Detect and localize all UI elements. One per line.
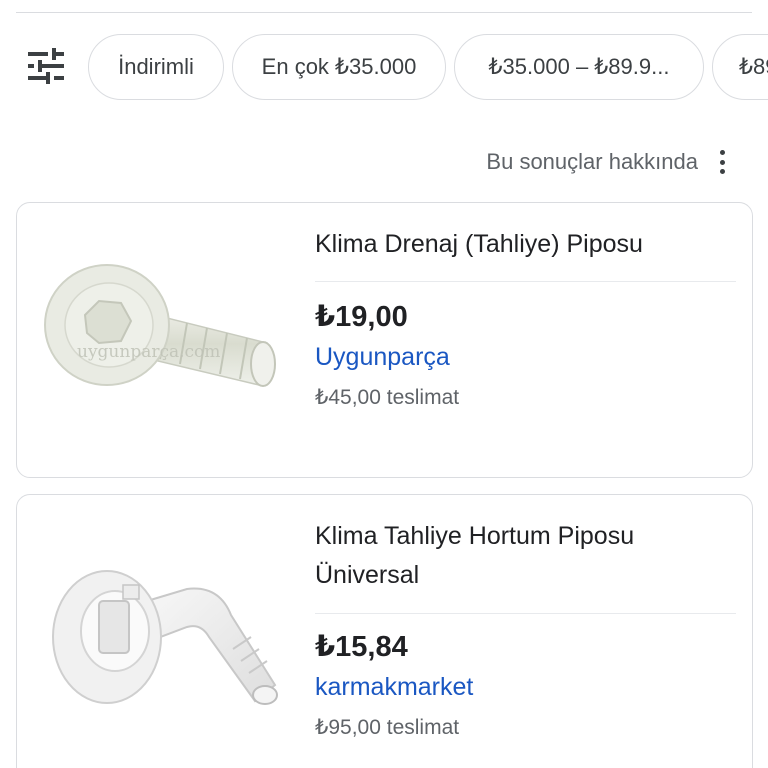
- tune-icon[interactable]: [26, 48, 66, 84]
- shipping-cost: ₺45,00 teslimat: [315, 386, 460, 409]
- more-vert-icon[interactable]: [712, 146, 732, 178]
- chip-discounted[interactable]: İndirimli: [88, 34, 224, 100]
- top-divider: [16, 12, 752, 13]
- product-image[interactable]: [37, 545, 297, 755]
- shipping-cost: ₺95,00 teslimat: [315, 716, 460, 739]
- divider: [315, 613, 736, 614]
- about-results-row[interactable]: Bu sonuçlar hakkında: [486, 146, 732, 178]
- product-title[interactable]: Klima Tahliye Hortum Piposu Üniversal: [315, 517, 715, 595]
- filter-bar: İndirimli En çok ₺35.000 ₺35.000 – ₺89.9…: [0, 34, 768, 100]
- product-image[interactable]: uygunparça.com: [37, 263, 297, 423]
- product-price: ₺19,00: [315, 301, 408, 333]
- product-card[interactable]: Klima Tahliye Hortum Piposu Üniversal ₺1…: [16, 494, 753, 768]
- merchant-link[interactable]: Uygunparça: [315, 343, 450, 372]
- chip-max-price[interactable]: En çok ₺35.000: [232, 34, 446, 100]
- watermark-text: uygunparça.com: [77, 342, 220, 362]
- product-title[interactable]: Klima Drenaj (Tahliye) Piposu: [315, 225, 643, 264]
- chip-price-range[interactable]: ₺35.000 – ₺89.9...: [454, 34, 704, 100]
- merchant-link[interactable]: karmakmarket: [315, 673, 473, 702]
- product-price: ₺15,84: [315, 631, 408, 663]
- divider: [315, 281, 736, 282]
- chip-price-range-2[interactable]: ₺89: [712, 34, 768, 100]
- about-results-label: Bu sonuçlar hakkında: [486, 149, 698, 174]
- product-card[interactable]: uygunparça.com Klima Drenaj (Tahliye) Pi…: [16, 202, 753, 478]
